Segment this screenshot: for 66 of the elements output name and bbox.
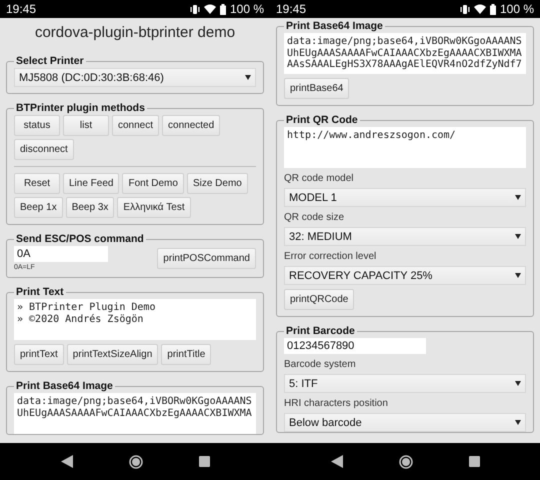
input-field[interactable]: 0A (14, 246, 108, 262)
action-button[interactable]: printPOSCommand (157, 248, 256, 269)
text-area[interactable]: data:image/png;base64,iVBORw0KGgoAAAANS UhEUgAAASAAAAFwCAIAAACXbzEgAAAACXBIWXMA AAsSAAALEgHS3X78AAAgAElEQVR4nO2dfZyNdf7 (284, 33, 526, 74)
text-area[interactable]: http://www.andreszsogon.com/ (284, 127, 526, 168)
action-button[interactable]: Line Feed (63, 173, 120, 194)
action-button[interactable]: printTextSizeAlign (66, 344, 158, 365)
text-area[interactable]: data:image/png;base64,iVBORw0KGgoAAAANS UhEUgAAASAAAAFwCAIAAACXbzEgAAAACXBIWXMA (14, 393, 256, 434)
action-button[interactable]: list (63, 115, 109, 136)
caret-icon (515, 420, 521, 425)
wifi-icon (204, 4, 216, 14)
caret-icon (515, 234, 521, 239)
field-label: Barcode system (284, 359, 357, 370)
dropdown[interactable]: 32: MEDIUM (284, 227, 526, 246)
section-legend: Print Barcode (284, 325, 357, 337)
action-button[interactable]: status (14, 115, 60, 136)
battery-icon (220, 4, 226, 14)
dropdown[interactable]: Below barcode (284, 413, 526, 432)
section-legend: Send ESC/POS command (14, 233, 146, 245)
caret-icon (515, 381, 521, 386)
battery-percent: 100 % (230, 2, 264, 16)
home-icon[interactable] (128, 454, 142, 468)
action-button[interactable]: Font Demo (122, 173, 184, 194)
section-legend: Select Printer (14, 55, 86, 67)
clock-time: 19:45 (6, 2, 36, 16)
dropdown[interactable]: RECOVERY CAPACITY 25% (284, 266, 526, 285)
clock-time: 19:45 (276, 2, 306, 16)
battery-icon (490, 4, 496, 14)
field-label: HRI characters position (284, 398, 389, 409)
back-icon[interactable] (60, 455, 72, 468)
action-button[interactable]: Size Demo (186, 173, 248, 194)
battery-percent: 100 % (500, 2, 534, 16)
home-icon[interactable] (398, 454, 412, 468)
wifi-icon (474, 4, 486, 14)
dropdown[interactable]: MODEL 1 (284, 188, 526, 207)
vibrate-icon (460, 4, 470, 14)
action-button[interactable]: connect (112, 115, 160, 136)
vibrate-icon (190, 4, 200, 14)
recents-icon[interactable] (198, 456, 210, 467)
action-button[interactable]: printQRCode (284, 289, 354, 310)
section-legend: Print QR Code (284, 114, 360, 126)
action-button[interactable]: Beep 3x (66, 197, 114, 218)
caret-icon (515, 195, 521, 200)
action-button[interactable]: Beep 1x (14, 197, 63, 218)
action-button[interactable]: printBase64 (284, 78, 350, 99)
text-area[interactable]: » BTPrinter Plugin Demo » ©2020 Andrés Zsögön (14, 299, 256, 340)
action-button[interactable]: Ελληνικά Test (117, 197, 191, 218)
action-button[interactable]: Reset (14, 173, 60, 194)
action-button[interactable]: printText (14, 344, 64, 365)
section-legend: Print Text (14, 286, 66, 298)
field-label: Error correction level (284, 251, 378, 262)
section-legend: Print Base64 Image (284, 20, 385, 32)
back-icon[interactable] (330, 455, 342, 468)
action-button[interactable]: disconnect (14, 139, 74, 160)
dropdown[interactable]: MJ5808 (DC:0D:30:3B:68:46) (14, 68, 256, 87)
action-button[interactable]: printTitle (161, 344, 212, 365)
field-label: QR code model (284, 173, 354, 184)
dropdown[interactable]: 5: ITF (284, 374, 526, 393)
recents-icon[interactable] (468, 456, 480, 467)
field-label: QR code size (284, 212, 346, 223)
page-title: cordova-plugin-btprinter demo (34, 24, 236, 41)
input-field[interactable]: 01234567890 (284, 338, 426, 354)
action-button[interactable]: connected (162, 115, 220, 136)
caret-icon (245, 75, 251, 80)
section-legend: Print Base64 Image (14, 380, 115, 392)
caret-icon (515, 273, 521, 278)
section-legend: BTPrinter plugin methods (14, 102, 147, 114)
